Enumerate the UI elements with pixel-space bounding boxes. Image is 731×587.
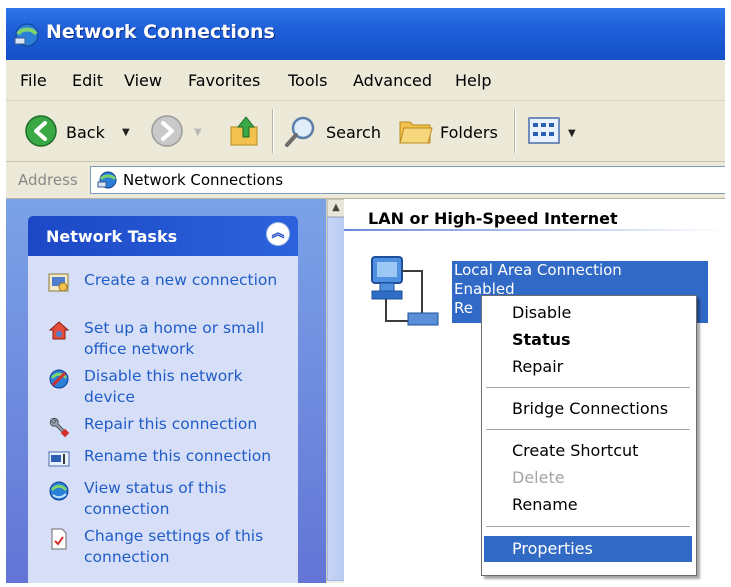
toolbar-separator [272, 109, 274, 153]
menu-item-properties[interactable]: Properties [484, 536, 692, 562]
network-connections-icon [12, 22, 42, 52]
context-menu: Disable Status Repair Bridge Connections… [481, 295, 697, 576]
back-button[interactable]: Back ▼ [18, 101, 133, 161]
menu-item-label: Delete [512, 468, 565, 487]
address-value: Network Connections [123, 171, 284, 189]
toolbar: Back ▼ ▼ Search Folders ▼ [6, 101, 725, 162]
menu-bar: File Edit View Favorites Tools Advanced … [6, 60, 725, 101]
menu-item-delete[interactable]: Delete [484, 465, 692, 491]
menu-item-label: Properties [512, 539, 593, 558]
connection-name: Local Area Connection [454, 261, 622, 279]
network-connections-icon [97, 170, 119, 194]
menu-item-label: Disable [512, 303, 572, 322]
scroll-thumb[interactable] [327, 217, 345, 581]
address-field[interactable]: Network Connections [90, 166, 725, 194]
menu-view[interactable]: View [124, 71, 162, 90]
address-bar: Address Network Connections [6, 162, 725, 199]
menu-advanced[interactable]: Advanced [353, 71, 432, 90]
back-arrow-icon [24, 114, 58, 152]
menu-separator [486, 387, 690, 388]
menu-item-bridge-connections[interactable]: Bridge Connections [484, 396, 692, 422]
menu-item-repair[interactable]: Repair [484, 354, 692, 380]
search-button[interactable]: Search [282, 101, 384, 161]
vertical-scrollbar[interactable]: ▲ [326, 199, 345, 583]
address-label: Address [18, 171, 78, 189]
settings-document-icon [48, 528, 70, 550]
menu-item-label: Bridge Connections [512, 399, 669, 418]
scroll-up-icon[interactable]: ▲ [327, 199, 345, 217]
menu-favorites[interactable]: Favorites [188, 71, 260, 90]
task-label: Set up a home or small office network [84, 319, 265, 358]
task-label: Create a new connection [84, 271, 278, 289]
folders-button[interactable]: Folders [396, 101, 506, 161]
menu-separator [486, 429, 690, 430]
folders-icon [398, 116, 434, 150]
forward-button[interactable]: ▼ [146, 101, 204, 161]
title-bar[interactable]: Network Connections [6, 8, 725, 60]
task-label: Repair this connection [84, 415, 258, 433]
up-folder-icon [228, 113, 264, 153]
views-button[interactable]: ▼ [524, 101, 588, 161]
menu-item-disable[interactable]: Disable [484, 300, 692, 326]
menu-item-label: Rename [512, 495, 578, 514]
rename-icon [48, 448, 70, 470]
task-label: View status of this connection [84, 479, 227, 518]
task-label: Change settings of this connection [84, 527, 264, 566]
back-label: Back [66, 123, 105, 142]
task-label: Rename this connection [84, 447, 272, 465]
menu-item-create-shortcut[interactable]: Create Shortcut [484, 438, 692, 464]
wrench-icon [48, 416, 70, 438]
search-label: Search [326, 123, 381, 142]
menu-help[interactable]: Help [455, 71, 491, 90]
views-dropdown-icon[interactable]: ▼ [568, 128, 576, 139]
network-tasks-header[interactable]: Network Tasks ︽ [28, 216, 298, 256]
views-icon [528, 117, 562, 149]
menu-item-label: Repair [512, 357, 564, 376]
network-tasks-title: Network Tasks [46, 227, 178, 246]
collapse-chevron-icon[interactable]: ︽ [266, 222, 290, 246]
folders-label: Folders [440, 123, 498, 142]
network-tasks-list: Create a new connection Set up a home or… [28, 256, 298, 583]
menu-tools[interactable]: Tools [288, 71, 327, 90]
lan-connection-icon[interactable] [366, 251, 446, 339]
toolbar-separator [514, 109, 516, 153]
home-network-icon [48, 320, 70, 342]
menu-edit[interactable]: Edit [72, 71, 103, 90]
new-connection-icon [48, 272, 70, 294]
up-folder-button[interactable] [224, 101, 268, 161]
window-title: Network Connections [46, 21, 275, 43]
menu-separator [486, 526, 690, 527]
task-pane: Network Tasks ︽ Create a new connection … [6, 199, 326, 583]
group-divider [344, 229, 725, 231]
forward-dropdown-icon[interactable]: ▼ [194, 127, 202, 138]
menu-item-status[interactable]: Status [484, 327, 692, 353]
menu-item-label: Status [512, 330, 571, 349]
task-label: Disable this network device [84, 367, 243, 406]
group-title: LAN or High-Speed Internet [368, 209, 618, 228]
back-dropdown-icon[interactable]: ▼ [122, 127, 130, 138]
status-globe-icon [48, 480, 70, 502]
menu-item-rename[interactable]: Rename [484, 492, 692, 518]
menu-item-label: Create Shortcut [512, 441, 639, 460]
forward-arrow-icon [150, 114, 184, 152]
menu-file[interactable]: File [20, 71, 47, 90]
disable-device-icon [48, 368, 70, 390]
search-icon [284, 115, 318, 153]
